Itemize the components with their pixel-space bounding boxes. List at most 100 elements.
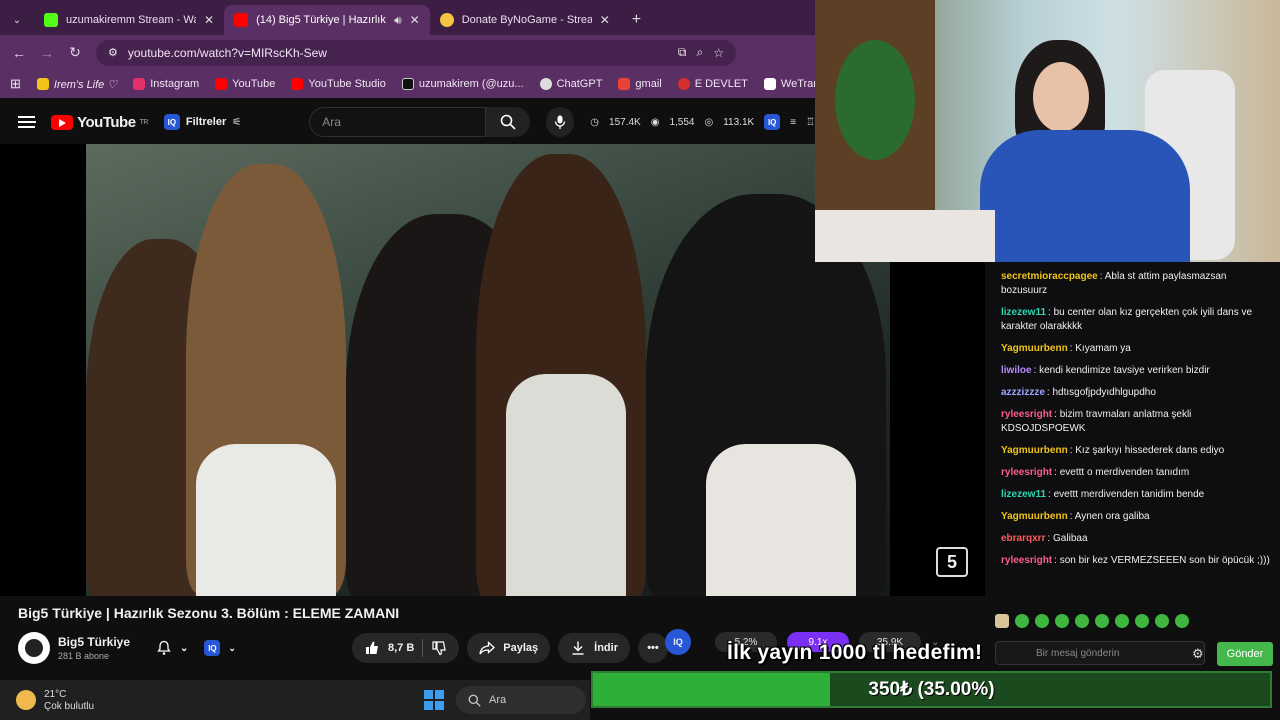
iq-logo-button[interactable]: IQ: [665, 629, 691, 655]
tab-kick-stream[interactable]: uzumakiremm Stream - Watch L ✕: [34, 5, 224, 35]
search-input[interactable]: Ara: [309, 107, 486, 137]
chat-username[interactable]: ebrarqxrr: [1001, 533, 1045, 544]
chat-username[interactable]: ryleesright: [1001, 467, 1052, 478]
bookmark-chatgpt[interactable]: ChatGPT: [539, 78, 603, 90]
youtube-logo[interactable]: YouTube TR: [51, 114, 148, 131]
eye-icon: ◉: [650, 116, 660, 128]
weather-widget[interactable]: 21°C Çok bulutlu: [0, 689, 94, 712]
search-placeholder: Ara: [322, 115, 341, 129]
zoom-icon[interactable]: ⌕: [697, 45, 704, 60]
emote-icon[interactable]: [1015, 614, 1029, 628]
emote-icon[interactable]: [1035, 614, 1049, 628]
bookmark-label: uzumakirem (@uzu...: [418, 78, 524, 90]
tab-search-button[interactable]: ⌄: [0, 5, 34, 35]
close-icon[interactable]: ✕: [204, 13, 214, 27]
chat-text: son bir kez VERMEZSEEEN son bir öpücük ;…: [1059, 555, 1270, 566]
filters-button[interactable]: IQ Filtreler ⚟: [163, 114, 241, 130]
send-button[interactable]: Gönder: [1217, 642, 1273, 666]
emote-icon[interactable]: [1075, 614, 1089, 628]
trophy-icon[interactable]: ♖: [806, 117, 815, 128]
new-tab-button[interactable]: +: [620, 5, 641, 35]
chat-username[interactable]: lizezew11: [1001, 307, 1046, 318]
chat-username[interactable]: azzzizzze: [1001, 387, 1045, 398]
chat-settings-icon[interactable]: ⚙: [1192, 646, 1204, 662]
speaker-icon[interactable]: 🔊︎: [394, 13, 402, 28]
bookmark-irems-life[interactable]: Irem's Life ♡: [36, 78, 117, 91]
chevron-down-icon: ⌄: [180, 642, 189, 654]
chat-username[interactable]: secretmioraccpagee: [1001, 271, 1098, 282]
emote-icon[interactable]: [1155, 614, 1169, 628]
chat-username[interactable]: ryleesright: [1001, 555, 1052, 566]
logo-text: YouTube: [77, 113, 136, 131]
youtube-header: YouTube TR IQ Filtreler ⚟ Ara ◷ 157.4K ◉ 1…: [0, 100, 815, 144]
notification-bell-button[interactable]: ⌄: [152, 633, 192, 663]
emote-icon[interactable]: [1095, 614, 1109, 628]
close-icon[interactable]: ✕: [600, 13, 610, 27]
video-frame: [86, 144, 890, 596]
chat-input[interactable]: Bir mesaj gönderin: [995, 641, 1205, 665]
emote-icon[interactable]: [1175, 614, 1189, 628]
bookmark-gmail[interactable]: gmail: [618, 78, 662, 90]
webcam-plant: [835, 40, 915, 160]
emote-icon[interactable]: [1115, 614, 1129, 628]
emote-row: [995, 614, 1189, 628]
download-button[interactable]: İndir: [558, 633, 630, 663]
reload-icon[interactable]: ↻: [68, 44, 82, 61]
windows-taskbar: 21°C Çok bulutlu Ara: [0, 680, 590, 720]
bookmark-star-icon[interactable]: ☆: [713, 46, 724, 60]
search-button[interactable]: [485, 107, 530, 137]
cast-icon[interactable]: ⧉: [678, 45, 687, 60]
bookmark-youtube-studio[interactable]: YouTube Studio: [291, 78, 386, 90]
like-count: 8,7 B: [387, 642, 415, 654]
iq-button[interactable]: IQ ⌄: [200, 633, 240, 663]
chat-message: liwiloe: kendi kendimize tavsiye verirke…: [1001, 364, 1274, 378]
chat-username[interactable]: Yagmuurbenn: [1001, 445, 1068, 456]
chat-username[interactable]: ryleesright: [1001, 409, 1052, 420]
voice-search-button[interactable]: [545, 107, 575, 137]
windows-start-icon[interactable]: [424, 690, 445, 710]
iq-icon[interactable]: IQ: [764, 114, 781, 130]
chat-text: Galibaa: [1053, 533, 1088, 544]
bookmarks-bar: ⊞ Irem's Life ♡ Instagram YouTube YouTub…: [0, 70, 815, 98]
chat-username[interactable]: Yagmuurbenn: [1001, 511, 1068, 522]
bookmark-tiktok[interactable]: uzumakirem (@uzu...: [401, 78, 524, 90]
chat-username[interactable]: liwiloe: [1001, 365, 1032, 376]
bookmark-label: E DEVLET: [694, 78, 748, 90]
channel-meta: Big5 Türkiye 281 B abone: [58, 635, 130, 661]
channel-name[interactable]: Big5 Türkiye: [58, 635, 130, 649]
dislike-icon[interactable]: [431, 640, 447, 656]
bookmark-label: ChatGPT: [556, 78, 603, 90]
bookmark-icon: [36, 78, 49, 90]
download-icon: [572, 641, 584, 655]
bookmark-wetransfer[interactable]: WeTransfer: [763, 78, 815, 90]
kick-icon: [44, 13, 58, 27]
more-actions-button[interactable]: •••: [637, 633, 668, 663]
tab-youtube-video[interactable]: (14) Big5 Türkiye | Hazırlık S 🔊︎ ✕: [224, 5, 430, 35]
close-icon[interactable]: ✕: [410, 13, 420, 27]
tab-donate[interactable]: Donate ByNoGame - Streamer ✕: [430, 5, 620, 35]
like-icon[interactable]: [364, 640, 380, 656]
taskbar-search[interactable]: Ara: [456, 686, 587, 714]
bookmark-instagram[interactable]: Instagram: [133, 78, 199, 90]
emote-icon[interactable]: [1135, 614, 1149, 628]
chat-message: Yagmuurbenn: Kıyamam ya: [1001, 342, 1274, 356]
chat-username[interactable]: Yagmuurbenn: [1001, 343, 1068, 354]
site-info-icon[interactable]: ⚙: [108, 46, 118, 59]
chat-input-placeholder: Bir mesaj gönderin: [1036, 647, 1120, 659]
forward-icon[interactable]: →: [40, 45, 54, 61]
chat-username[interactable]: lizezew11: [1001, 489, 1046, 500]
address-bar-row: ← → ↻ ⚙ youtube.com/watch?v=MIRscKh-Sew …: [0, 35, 815, 70]
emote-icon[interactable]: [995, 614, 1009, 628]
back-icon[interactable]: ←: [12, 45, 26, 61]
bookmark-youtube[interactable]: YouTube: [215, 78, 275, 90]
list-icon[interactable]: ≡: [790, 117, 796, 128]
microphone-icon: [554, 115, 566, 129]
bookmark-edevlet[interactable]: E DEVLET: [677, 78, 748, 90]
url-field[interactable]: ⚙ youtube.com/watch?v=MIRscKh-Sew ⧉ ⌕ ☆: [96, 39, 736, 66]
apps-icon[interactable]: ⊞: [10, 76, 21, 92]
stat-value: 157.4K: [609, 116, 641, 128]
channel-avatar[interactable]: [18, 632, 50, 664]
share-button[interactable]: Paylaş: [467, 633, 551, 663]
menu-icon[interactable]: [18, 116, 37, 128]
emote-icon[interactable]: [1055, 614, 1069, 628]
